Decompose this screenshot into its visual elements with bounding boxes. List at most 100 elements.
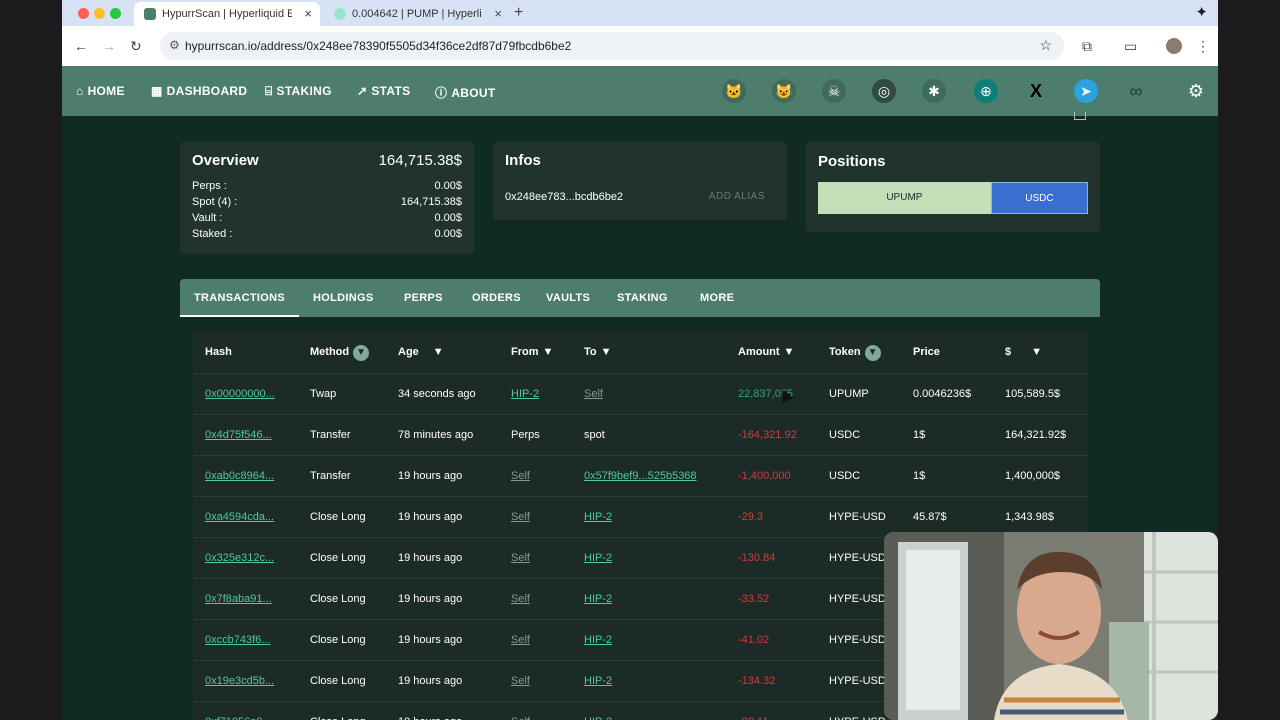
monkey-icon[interactable]: ◎ bbox=[872, 79, 896, 103]
cell-usd: 1,343.98$ bbox=[1005, 511, 1054, 523]
cell-method: Close Long bbox=[310, 675, 366, 687]
hyperliquid-logo-icon[interactable]: ∞ bbox=[1124, 79, 1148, 103]
cell-hash[interactable]: 0x00000000... bbox=[205, 388, 275, 400]
cell-to[interactable]: HIP-2 bbox=[584, 675, 612, 687]
cell-hash[interactable]: 0xab0c8964... bbox=[205, 470, 274, 482]
globe-icon[interactable]: ⊕ bbox=[974, 79, 998, 103]
close-window-icon[interactable] bbox=[78, 8, 89, 19]
nav-dashboard[interactable]: ▦ DASHBOARD bbox=[151, 84, 247, 98]
extensions-icon[interactable]: ⧉ bbox=[1082, 38, 1092, 55]
cell-hash[interactable]: 0x7f8aba91... bbox=[205, 593, 272, 605]
site-info-icon[interactable]: ⚙ bbox=[169, 38, 180, 52]
cat-face-icon[interactable]: 😺 bbox=[772, 79, 796, 103]
profile-avatar-icon[interactable] bbox=[1166, 38, 1182, 54]
tab-title: HypurrScan | Hyperliquid Explorer bbox=[162, 8, 292, 20]
tab-title: 0.004642 | PUMP | Hyperliquid bbox=[352, 8, 482, 20]
table-row[interactable]: 0x00000000... Twap 34 seconds ago HIP-2 Self… bbox=[193, 373, 1088, 414]
header-label: Age bbox=[398, 346, 419, 358]
home-icon: ⌂ bbox=[76, 84, 84, 98]
infos-card: Infos 0x248ee783...bcdb6be2 ADD ALIAS bbox=[493, 142, 787, 220]
nav-staking[interactable]: ⌸ STAKING bbox=[265, 84, 332, 99]
cast-icon[interactable]: ▭ bbox=[1124, 38, 1137, 55]
table-row[interactable]: 0xab0c8964... Transfer 19 hours ago Self 0x5… bbox=[193, 455, 1088, 496]
maximize-window-icon[interactable] bbox=[110, 8, 121, 19]
cell-to[interactable]: HIP-2 bbox=[584, 552, 612, 564]
cat-mascot-icon[interactable]: 🐱 bbox=[722, 79, 746, 103]
table-row[interactable]: 0xa4594cda... Close Long 19 hours ago Self H… bbox=[193, 496, 1088, 537]
cell-from[interactable]: Self bbox=[511, 675, 530, 687]
address-bar[interactable]: ⚙ hypurrscan.io/address/0x248ee78390f550… bbox=[160, 32, 1064, 60]
nav-about[interactable]: ⓘ ABOUT bbox=[435, 84, 495, 101]
filter-icon[interactable]: ▼ bbox=[784, 346, 795, 358]
x-twitter-icon[interactable]: X bbox=[1024, 79, 1048, 103]
cell-from[interactable]: Self bbox=[511, 511, 530, 523]
gemini-sparkle-icon[interactable]: ✦ bbox=[1195, 3, 1208, 21]
filter-icon[interactable]: ▼ bbox=[601, 346, 612, 358]
cell-hash[interactable]: 0xccb743f6... bbox=[205, 634, 270, 646]
browser-menu-icon[interactable]: ⋮ bbox=[1196, 38, 1210, 55]
cell-to[interactable]: HIP-2 bbox=[584, 634, 612, 646]
cell-hash[interactable]: 0x325e312c... bbox=[205, 552, 274, 564]
new-tab-icon[interactable]: + bbox=[514, 4, 523, 22]
cell-to[interactable]: HIP-2 bbox=[584, 593, 612, 605]
filter-icon[interactable]: ▼ bbox=[1031, 346, 1042, 358]
filter-icon[interactable]: ▼ bbox=[433, 346, 444, 358]
cell-from[interactable]: HIP-2 bbox=[511, 388, 539, 400]
settings-gear-icon[interactable]: ⚙ bbox=[1184, 79, 1208, 103]
wallet-address[interactable]: 0x248ee783...bcdb6be2 bbox=[505, 191, 623, 203]
cell-from: Perps bbox=[511, 429, 540, 441]
cell-to[interactable]: HIP-2 bbox=[584, 511, 612, 523]
browser-tab-pump[interactable]: 0.004642 | PUMP | Hyperliquid × bbox=[324, 2, 510, 26]
browser-toolbar: ← → ↻ ⚙ hypurrscan.io/address/0x248ee783… bbox=[62, 26, 1218, 66]
forward-icon[interactable]: → bbox=[102, 38, 116, 54]
telegram-icon[interactable]: ➤ bbox=[1074, 79, 1098, 103]
nav-home[interactable]: ⌂ HOME bbox=[76, 84, 125, 98]
tab-holdings[interactable]: HOLDINGS bbox=[313, 292, 373, 304]
tab-orders[interactable]: ORDERS bbox=[472, 292, 521, 304]
cell-to[interactable]: Self bbox=[584, 388, 603, 400]
tab-vaults[interactable]: VAULTS bbox=[546, 292, 590, 304]
cell-to[interactable]: HIP-2 bbox=[584, 716, 612, 720]
close-tab-icon[interactable]: × bbox=[494, 6, 502, 21]
cell-token: HYPE-USD bbox=[829, 634, 886, 646]
cell-hash[interactable]: 0x19e3cd5b... bbox=[205, 675, 274, 687]
position-segment-usdc[interactable]: USDC bbox=[990, 182, 1088, 214]
filter-icon[interactable]: ▼ bbox=[543, 346, 554, 358]
filter-icon[interactable]: ▼ bbox=[353, 345, 370, 361]
cell-from[interactable]: Self bbox=[511, 716, 530, 720]
back-icon[interactable]: ← bbox=[74, 38, 88, 54]
add-alias-button[interactable]: ADD ALIAS bbox=[709, 191, 765, 202]
cell-from[interactable]: Self bbox=[511, 593, 530, 605]
cell-to[interactable]: 0x57f9bef9...525b5368 bbox=[584, 470, 697, 482]
tab-more[interactable]: MORE bbox=[700, 292, 734, 304]
cell-age: 19 hours ago bbox=[398, 470, 463, 482]
cell-from[interactable]: Self bbox=[511, 470, 530, 482]
cell-hash[interactable]: 0x4d75f546... bbox=[205, 429, 272, 441]
cell-price: 0.0046236$ bbox=[913, 388, 972, 400]
cell-from[interactable]: Self bbox=[511, 552, 530, 564]
bookmark-star-icon[interactable]: ☆ bbox=[1039, 37, 1052, 54]
nav-stats[interactable]: ↗ STATS bbox=[357, 84, 410, 98]
position-segment-upump[interactable]: UPUMP bbox=[818, 182, 991, 214]
export-icon[interactable] bbox=[1074, 112, 1086, 120]
filter-icon[interactable]: ▼ bbox=[864, 345, 881, 361]
cell-method: Transfer bbox=[310, 429, 351, 441]
tab-perps[interactable]: PERPS bbox=[404, 292, 443, 304]
browser-tab-hypurrscan[interactable]: HypurrScan | Hyperliquid Explorer × bbox=[134, 2, 320, 26]
url-text[interactable]: hypurrscan.io/address/0x248ee78390f5505d… bbox=[185, 39, 571, 53]
tab-transactions[interactable]: TRANSACTIONS bbox=[194, 292, 285, 304]
skull-icon[interactable]: ☠ bbox=[822, 79, 846, 103]
robot-icon[interactable]: ✱ bbox=[922, 79, 946, 103]
header-label: Price bbox=[913, 346, 940, 358]
minimize-window-icon[interactable] bbox=[94, 8, 105, 19]
cell-token: HYPE-USD bbox=[829, 716, 886, 720]
header-to: To ▼ bbox=[584, 346, 612, 358]
cell-hash[interactable]: 0xa4594cda... bbox=[205, 511, 274, 523]
cell-hash[interactable]: 0xf71056a0... bbox=[205, 716, 272, 720]
reload-icon[interactable]: ↻ bbox=[130, 38, 142, 55]
tab-staking[interactable]: STAKING bbox=[617, 292, 668, 304]
cell-from[interactable]: Self bbox=[511, 634, 530, 646]
table-row[interactable]: 0x4d75f546... Transfer 78 minutes ago Perps… bbox=[193, 414, 1088, 455]
close-tab-icon[interactable]: × bbox=[304, 6, 312, 21]
cell-method: Close Long bbox=[310, 716, 366, 720]
